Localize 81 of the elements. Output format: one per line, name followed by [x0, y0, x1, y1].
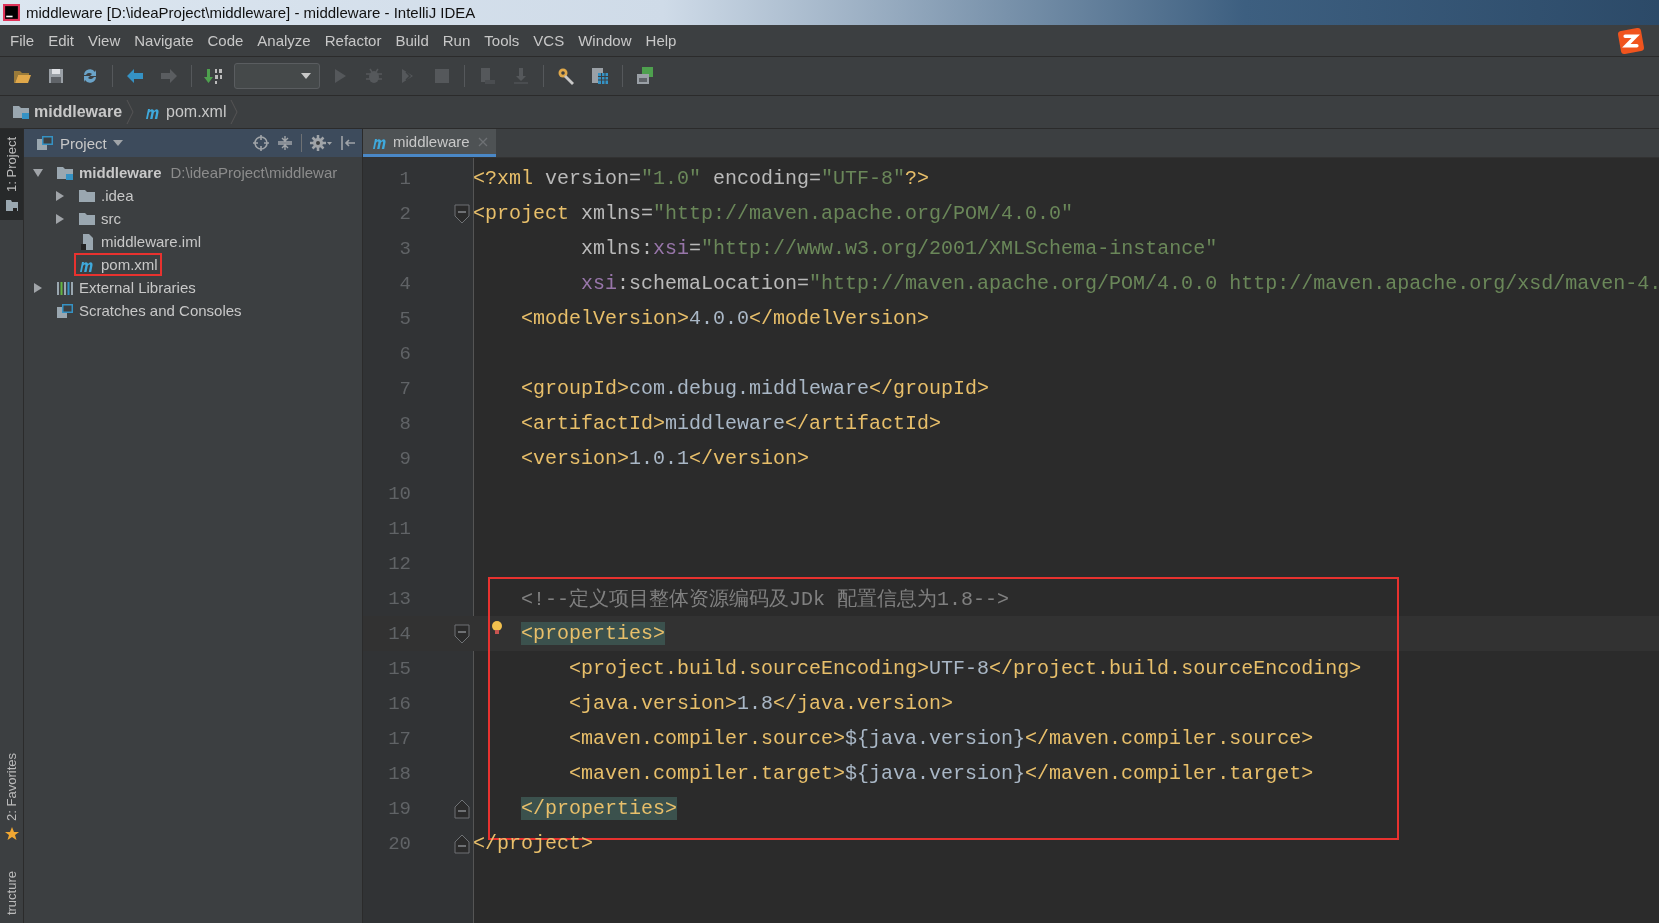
squiggle-logo-icon[interactable] — [1617, 27, 1645, 55]
fold-marker-icon[interactable] — [454, 203, 470, 224]
code-line: <groupId>com.debug.middleware</groupId> — [520, 377, 990, 400]
code-line: <maven.compiler.source>${java.version}</maven.compiler.source> — [568, 727, 1314, 750]
scratches-icon — [56, 302, 74, 319]
collapse-all-icon[interactable] — [277, 135, 293, 151]
folder-icon — [78, 187, 96, 204]
side-tool-tab[interactable]: 2: Favorites — [0, 745, 23, 849]
window-title: middleware [D:\ideaProject\middleware] - middleware - IntelliJ IDEA — [26, 4, 476, 21]
folder-icon — [78, 210, 96, 227]
code-line: <project xmlns="http://maven.apache.org/POM/4.0.0" — [473, 202, 1074, 225]
menu-item[interactable]: Window — [571, 32, 639, 49]
menu-item[interactable]: Build — [388, 32, 436, 49]
collapsed-arrow-icon[interactable] — [32, 281, 44, 294]
code-line: xsi:schemaLocation="http://maven.apache.org/POM/4.0.0 http://maven.apache.org/xsd/maven-4. — [580, 272, 1659, 295]
star-icon — [4, 826, 19, 841]
settings-icon[interactable] — [310, 135, 332, 151]
code-line: <java.version>1.8</java.version> — [568, 692, 954, 715]
code-line: <project.build.sourceEncoding>UTF-8</project.build.sourceEncoding> — [568, 657, 1362, 680]
tree-item-label: src — [101, 210, 121, 227]
caret-icon — [112, 140, 123, 146]
project-structure-icon[interactable] — [590, 66, 610, 86]
code-line: <maven.compiler.target>${java.version}</maven.compiler.target> — [568, 762, 1314, 785]
tree-item-label: Scratches and Consoles — [79, 302, 242, 319]
panel-title-dropdown[interactable]: Project — [36, 134, 123, 152]
breadcrumb-item[interactable]: pom.xml — [144, 103, 227, 121]
menu-item[interactable]: View — [81, 32, 128, 49]
tree-item-label: .idea — [101, 187, 134, 204]
tree-item[interactable]: Scratches and Consoles — [24, 299, 362, 322]
menu-item[interactable]: Refactor — [317, 32, 389, 49]
side-tool-tab[interactable]: tructure — [0, 862, 23, 923]
menu-item[interactable]: Help — [638, 32, 684, 49]
module-file-icon — [78, 233, 96, 250]
code-line: <artifactId>middleware</artifactId> — [520, 412, 942, 435]
libraries-icon — [56, 279, 74, 296]
code-line: <modelVersion>4.0.0</modelVersion> — [520, 307, 930, 330]
project-view-icon — [36, 135, 54, 151]
menu-item[interactable]: Edit — [41, 32, 82, 49]
tree-item-label: middleware.iml — [101, 233, 202, 250]
locate-target-icon[interactable] — [253, 135, 269, 151]
code-line: <!--定义项目整体资源编码及JDk 配置信息为1.8--> — [520, 587, 1010, 612]
tree-item[interactable]: middleware D:\ideaProject\middlewar — [24, 161, 362, 184]
lightbulb-icon[interactable] — [491, 620, 503, 636]
fold-marker-icon[interactable] — [454, 833, 470, 854]
project-folder-icon — [12, 104, 30, 120]
project-folder-icon — [56, 164, 74, 181]
app-logo-icon — [3, 4, 20, 21]
tree-item-label: External Libraries — [79, 279, 196, 296]
breadcrumb-item[interactable]: middleware — [12, 103, 123, 121]
menu-item[interactable]: Run — [435, 32, 478, 49]
save-icon[interactable] — [46, 66, 66, 86]
fold-marker-icon[interactable] — [454, 623, 470, 644]
menu-item[interactable]: File — [3, 32, 42, 49]
tree-item-label: pom.xml — [101, 256, 158, 273]
fold-marker-icon[interactable] — [454, 798, 470, 819]
tree-item[interactable]: src — [24, 207, 362, 230]
sdk-manager-icon[interactable] — [635, 66, 655, 86]
editor-tab[interactable]: middleware — [363, 129, 496, 157]
tree-item[interactable]: pom.xml — [24, 253, 362, 276]
code-line: <?xml version="1.0" encoding="UTF-8"?> — [473, 167, 930, 190]
tree-item[interactable]: .idea — [24, 184, 362, 207]
expanded-arrow-icon[interactable] — [32, 166, 44, 179]
menu-item[interactable]: Code — [200, 32, 251, 49]
menu-item[interactable]: Tools — [477, 32, 527, 49]
menu-item[interactable]: VCS — [526, 32, 572, 49]
code-line: xmlns:xsi="http://www.w3.org/2001/XMLSchema-instance" — [580, 237, 1218, 260]
project-path: D:\ideaProject\middlewar — [170, 164, 338, 181]
caret-icon — [301, 73, 311, 79]
settings-icon[interactable] — [556, 66, 576, 86]
code-line: <version>1.0.1</version> — [520, 447, 810, 470]
tree-item-label: middleware — [79, 164, 162, 181]
hide-panel-icon[interactable] — [340, 135, 356, 151]
menu-item[interactable]: Navigate — [127, 32, 201, 49]
build-icon[interactable] — [204, 66, 224, 86]
folder-icon — [4, 197, 19, 212]
side-tool-tab[interactable]: 1: Project — [0, 129, 23, 220]
tree-item[interactable]: External Libraries — [24, 276, 362, 299]
collapsed-arrow-icon[interactable] — [54, 189, 66, 202]
menu-item[interactable]: Analyze — [250, 32, 318, 49]
collapsed-arrow-icon[interactable] — [54, 212, 66, 225]
tree-item[interactable]: middleware.iml — [24, 230, 362, 253]
